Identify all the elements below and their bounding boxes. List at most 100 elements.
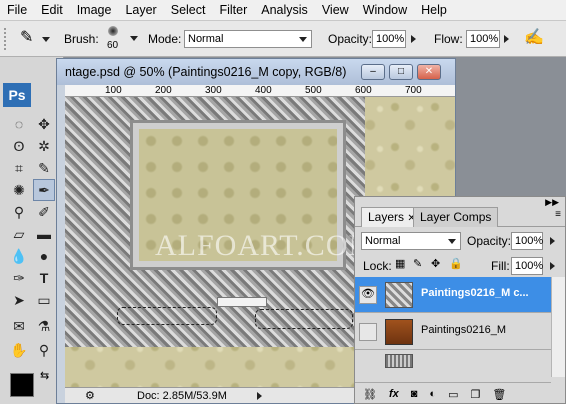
preset-dropdown-chevron-icon[interactable] <box>42 37 50 42</box>
crop-tool-icon[interactable]: ⌗ <box>8 157 30 179</box>
type-tool-icon[interactable]: T <box>33 267 55 289</box>
lock-image-icon[interactable]: ✎ <box>413 257 422 270</box>
minimize-button[interactable]: – <box>361 64 385 80</box>
blur-tool-icon[interactable]: 💧 <box>8 245 30 267</box>
visibility-eye-icon[interactable]: 👁 <box>359 286 377 304</box>
layers-scrollbar[interactable] <box>551 277 565 377</box>
mode-select[interactable]: Normal <box>184 30 312 48</box>
layer-thumbnail <box>385 319 413 345</box>
layer-style-icon[interactable]: fx <box>389 388 399 400</box>
layers-bottom-toolbar: ⛓ fx ◙ ◐ ▭ ❐ 🗑 <box>355 385 565 403</box>
layer-thumbnail <box>385 354 413 368</box>
notes-tool-icon[interactable]: ✉ <box>8 315 30 337</box>
airbrush-icon[interactable]: ✍ <box>522 27 546 49</box>
hand-tool-icon[interactable]: ✋ <box>8 339 30 361</box>
ruler-tick: 700 <box>405 85 422 96</box>
panel-menu-icon[interactable]: ≡ <box>555 209 561 220</box>
marquee-tool-icon[interactable]: ◌ <box>8 113 30 135</box>
swap-colors-icon[interactable]: ⇆ <box>40 369 49 382</box>
mode-chevron-icon <box>299 37 307 42</box>
status-menu-icon[interactable]: ⚙ <box>85 388 95 404</box>
status-arrow-icon[interactable] <box>257 392 262 400</box>
flow-input[interactable]: 100% <box>466 30 500 48</box>
options-grip[interactable] <box>4 28 16 50</box>
brush-tool-preset-icon[interactable]: ✎ <box>20 27 33 47</box>
layer-row[interactable]: Paintings0216_M <box>355 314 551 350</box>
watermark: ALFOART.COM <box>155 229 377 262</box>
menu-analysis[interactable]: Analysis <box>254 0 315 21</box>
ruler-tick: 400 <box>255 85 272 96</box>
maximize-button[interactable]: □ <box>389 64 413 80</box>
tab-layer-comps[interactable]: Layer Comps <box>413 207 499 227</box>
new-layer-icon[interactable]: ❐ <box>470 388 480 401</box>
eyedropper-tool-icon[interactable]: ⚗ <box>33 315 55 337</box>
menu-select[interactable]: Select <box>164 0 213 21</box>
layers-panel: ▶▶ Layers ✕ Layer Comps ≡ Normal Opacity… <box>354 196 566 404</box>
blend-mode-value: Normal <box>365 235 401 247</box>
path-selection-tool-icon[interactable]: ➤ <box>8 289 30 311</box>
lock-transparent-icon[interactable]: ▦ <box>395 257 405 270</box>
menu-bar: File Edit Image Layer Select Filter Anal… <box>0 0 566 21</box>
brush-size: 60 <box>107 40 119 51</box>
delete-layer-icon[interactable]: 🗑 <box>492 388 506 401</box>
zoom-tool-icon[interactable]: ⚲ <box>33 339 55 361</box>
fill-arrow-icon[interactable] <box>550 262 555 270</box>
opacity-input[interactable]: 100% <box>372 30 406 48</box>
shape-tool-icon[interactable]: ▭ <box>33 289 55 311</box>
fill-input[interactable]: 100% <box>511 257 543 275</box>
layer-name: Paintings0216_M <box>421 324 507 336</box>
ruler-tick: 100 <box>105 85 122 96</box>
toolbox: Ps ◌ ✥ ʘ ✲ ⌗ ✎ ✺ ✒ ⚲ ✐ ▱ ▬ 💧 ● ✑ T ➤ ▭ ✉… <box>0 57 64 404</box>
selection-marquee-left <box>117 307 217 325</box>
visibility-toggle[interactable] <box>359 323 377 341</box>
options-bar: ✎ Brush: 60 Mode: Normal Opacity: 100% F… <box>0 21 566 57</box>
menu-edit[interactable]: Edit <box>34 0 70 21</box>
adjustment-layer-icon[interactable]: ◐ <box>429 388 436 400</box>
layer-opacity-arrow-icon[interactable] <box>550 237 555 245</box>
magic-wand-tool-icon[interactable]: ✲ <box>33 135 55 157</box>
lock-all-icon[interactable]: 🔒 <box>449 257 463 270</box>
lock-position-icon[interactable]: ✥ <box>431 257 440 270</box>
layer-name: Paintings0216_M c... <box>421 287 529 299</box>
blend-mode-chevron-icon <box>448 239 456 244</box>
layer-thumbnail <box>385 282 413 308</box>
layer-row[interactable]: 👁 Paintings0216_M c... <box>355 277 551 313</box>
lasso-tool-icon[interactable]: ʘ <box>8 135 30 157</box>
clone-stamp-tool-icon[interactable]: ⚲ <box>8 201 30 223</box>
menu-file[interactable]: File <box>0 0 34 21</box>
ruler-tick: 300 <box>205 85 222 96</box>
pen-tool-icon[interactable]: ✑ <box>8 267 30 289</box>
menu-help[interactable]: Help <box>414 0 454 21</box>
menu-view[interactable]: View <box>315 0 356 21</box>
brush-picker-chevron-icon[interactable] <box>130 36 138 41</box>
new-group-icon[interactable]: ▭ <box>448 388 458 401</box>
slice-tool-icon[interactable]: ✎ <box>33 157 55 179</box>
mode-value: Normal <box>188 33 224 45</box>
frame-plaque <box>217 297 267 307</box>
layer-row[interactable] <box>355 351 551 383</box>
brush-tool-icon[interactable]: ✒ <box>33 179 55 201</box>
blend-mode-select[interactable]: Normal <box>361 232 461 250</box>
gradient-tool-icon[interactable]: ▬ <box>33 223 55 245</box>
history-brush-tool-icon[interactable]: ✐ <box>33 201 55 223</box>
foreground-color-swatch[interactable] <box>10 373 34 397</box>
opacity-label: Opacity: <box>328 32 373 46</box>
ruler-tick: 500 <box>305 85 322 96</box>
menu-filter[interactable]: Filter <box>212 0 254 21</box>
menu-layer[interactable]: Layer <box>118 0 163 21</box>
flow-slider-arrow-icon[interactable] <box>504 35 509 43</box>
menu-window[interactable]: Window <box>356 0 414 21</box>
mode-label: Mode: <box>148 32 182 46</box>
brush-tip-icon[interactable] <box>108 26 118 36</box>
move-tool-icon[interactable]: ✥ <box>33 113 55 135</box>
eraser-tool-icon[interactable]: ▱ <box>8 223 30 245</box>
link-layers-icon[interactable]: ⛓ <box>363 388 377 401</box>
close-button[interactable]: ✕ <box>417 64 441 80</box>
layer-opacity-input[interactable]: 100% <box>511 232 543 250</box>
menu-image[interactable]: Image <box>70 0 119 21</box>
dodge-tool-icon[interactable]: ● <box>33 245 55 267</box>
healing-brush-tool-icon[interactable]: ✺ <box>8 179 30 201</box>
ruler-tick: 600 <box>355 85 372 96</box>
layer-mask-icon[interactable]: ◙ <box>411 388 418 400</box>
opacity-slider-arrow-icon[interactable] <box>411 35 416 43</box>
